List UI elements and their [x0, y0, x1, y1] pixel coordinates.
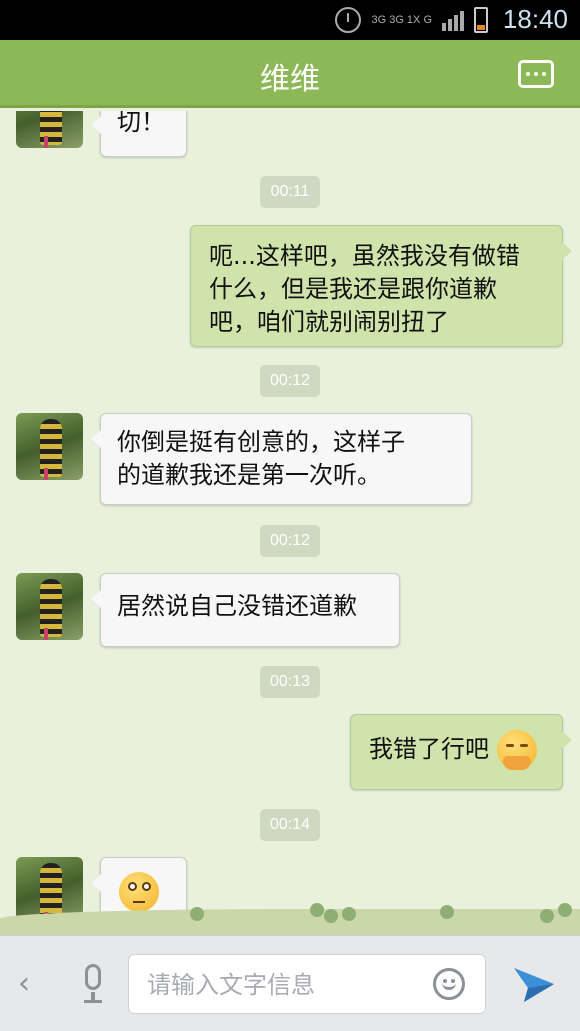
more-menu-button[interactable]	[518, 60, 554, 88]
network-type-label: 3G 3G 1X G	[371, 13, 432, 26]
message-text-line: 的道歉我还是第一次听。	[117, 461, 381, 489]
outgoing-message[interactable]: 呃...这样吧，虽然我没有做错 什么，但是我还是跟你道歉 吧，咱们就别闹别扭了	[190, 225, 572, 347]
puzzled-emoji-icon	[119, 872, 159, 912]
back-chevron-icon[interactable]: ‹	[18, 966, 30, 1001]
tree-decoration-icon	[540, 909, 554, 923]
timestamp: 00:12	[260, 365, 320, 397]
incoming-message[interactable]: 你倒是挺有创意的，这样子 的道歉我还是第一次听。	[91, 413, 472, 505]
timestamp: 00:14	[260, 809, 320, 841]
message-text: 居然说自己没错还道歉	[117, 592, 357, 620]
send-icon[interactable]	[512, 962, 556, 1006]
tree-decoration-icon	[310, 903, 324, 917]
message-text-line: 你倒是挺有创意的，这样子	[117, 428, 405, 456]
contact-name-title: 维维	[260, 62, 320, 97]
microphone-icon[interactable]	[78, 964, 108, 1004]
timestamp: 00:11	[260, 176, 320, 208]
status-time: 18:40	[502, 4, 568, 34]
message-input[interactable]	[147, 967, 417, 1003]
message-input-box[interactable]	[128, 954, 486, 1014]
tree-decoration-icon	[324, 909, 338, 923]
contact-avatar[interactable]	[16, 413, 83, 480]
smiley-icon[interactable]	[433, 968, 465, 1000]
signal-icon	[442, 9, 464, 31]
timestamp: 00:13	[260, 666, 320, 698]
decorative-hills	[0, 909, 580, 935]
tree-decoration-icon	[190, 907, 204, 921]
title-bar: 维维	[0, 40, 580, 108]
contact-avatar[interactable]	[16, 573, 83, 640]
message-text: 我错了行吧	[369, 735, 489, 763]
alarm-icon	[335, 7, 362, 33]
status-bar: 3G 3G 1X G 18:40	[0, 0, 580, 40]
incoming-message[interactable]: 切！	[91, 111, 187, 157]
timestamp: 00:12	[260, 525, 320, 557]
message-text-line: 呃...这样吧，虽然我没有做错	[209, 242, 520, 270]
message-text: 切！	[117, 111, 165, 136]
message-input-bar: ‹	[0, 935, 580, 1031]
contact-avatar[interactable]	[16, 111, 83, 148]
incoming-message[interactable]: 居然说自己没错还道歉	[91, 573, 400, 647]
message-text-line: 吧，咱们就别闹别扭了	[209, 308, 449, 336]
battery-icon	[474, 7, 488, 33]
tree-decoration-icon	[558, 903, 572, 917]
chat-history[interactable]: 切！ 00:11 呃...这样吧，虽然我没有做错 什么，但是我还是跟你道歉 吧，…	[0, 111, 580, 935]
blush-emoji-icon	[496, 730, 537, 770]
message-text-line: 什么，但是我还是跟你道歉	[209, 275, 497, 303]
status-icons: 3G 3G 1X G	[335, 6, 488, 34]
outgoing-message[interactable]: 我错了行吧	[350, 714, 572, 790]
tree-decoration-icon	[440, 905, 454, 919]
more-icon	[526, 72, 530, 76]
tree-decoration-icon	[342, 907, 356, 921]
